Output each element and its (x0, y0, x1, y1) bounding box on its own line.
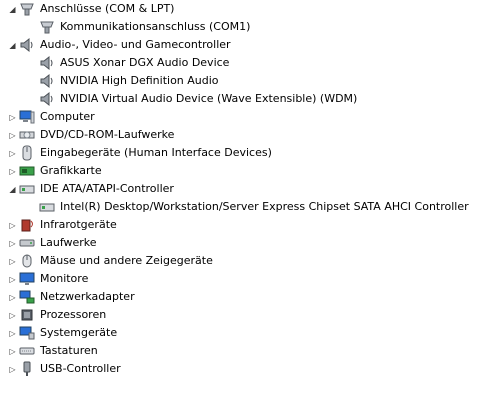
collapsed-arrow-icon[interactable]: ▷ (8, 108, 17, 126)
tree-item-nvidia-virtual-audio-device-wave-extensible-wdm[interactable]: NVIDIA Virtual Audio Device (Wave Extens… (28, 90, 358, 108)
infrared-icon (19, 217, 35, 233)
collapsed-arrow-icon[interactable]: ▷ (8, 306, 17, 324)
tree-item-label: IDE ATA/ATAPI-Controller (40, 182, 174, 195)
tree-item-label: Mäuse und andere Zeigegeräte (40, 254, 213, 267)
system-devices-icon (19, 325, 35, 341)
tree-item-computer[interactable]: ▷ Computer (8, 108, 96, 126)
collapsed-arrow-icon[interactable]: ▷ (8, 252, 17, 270)
display-adapter-icon (19, 163, 35, 179)
monitor-icon (19, 271, 35, 287)
port-icon (19, 1, 35, 17)
tree-item-netzwerkadapter[interactable]: ▷ Netzwerkadapter (8, 288, 136, 306)
speaker-icon (39, 55, 55, 71)
tree-item-intel-r-desktop-workstation-server-express-chipset-sata-ahci-controller[interactable]: Intel(R) Desktop/Workstation/Server Expr… (28, 198, 470, 216)
computer-icon (19, 109, 35, 125)
tree-item-label: Anschlüsse (COM & LPT) (40, 2, 175, 15)
tree-item-label: Eingabegeräte (Human Interface Devices) (40, 146, 272, 159)
tree-item-audio-video-und-gamecontroller[interactable]: ◢ Audio-, Video- und Gamecontroller (8, 36, 232, 54)
tree-item-label: Audio-, Video- und Gamecontroller (40, 38, 231, 51)
keyboard-icon (19, 343, 35, 359)
collapsed-arrow-icon[interactable]: ▷ (8, 216, 17, 234)
expanded-arrow-icon[interactable]: ◢ (8, 180, 17, 198)
tree-item-label: Computer (40, 110, 95, 123)
processor-icon (19, 307, 35, 323)
speaker-icon (19, 37, 35, 53)
tree-item-label: NVIDIA High Definition Audio (60, 74, 219, 87)
collapsed-arrow-icon[interactable]: ▷ (8, 324, 17, 342)
disk-drive-icon (19, 235, 35, 251)
tree-item-label: Infrarotgeräte (40, 218, 117, 231)
collapsed-arrow-icon[interactable]: ▷ (8, 360, 17, 378)
tree-item-anschlüsse-com-lpt[interactable]: ◢ Anschlüsse (COM & LPT) (8, 0, 175, 18)
collapsed-arrow-icon[interactable]: ▷ (8, 288, 17, 306)
tree-item-usb-controller[interactable]: ▷ USB-Controller (8, 360, 122, 378)
tree-item-laufwerke[interactable]: ▷ Laufwerke (8, 234, 98, 252)
tree-item-label: Netzwerkadapter (40, 290, 135, 303)
tree-item-label: Laufwerke (40, 236, 97, 249)
collapsed-arrow-icon[interactable]: ▷ (8, 270, 17, 288)
collapsed-arrow-icon[interactable]: ▷ (8, 162, 17, 180)
tree-item-grafikkarte[interactable]: ▷ Grafikkarte (8, 162, 103, 180)
expanded-arrow-icon[interactable]: ◢ (8, 0, 17, 18)
network-adapter-icon (19, 289, 35, 305)
collapsed-arrow-icon[interactable]: ▷ (8, 342, 17, 360)
tree-item-label: DVD/CD-ROM-Laufwerke (40, 128, 175, 141)
tree-item-prozessoren[interactable]: ▷ Prozessoren (8, 306, 107, 324)
tree-item-nvidia-high-definition-audio[interactable]: NVIDIA High Definition Audio (28, 72, 220, 90)
tree-item-label: Systemgeräte (40, 326, 118, 339)
speaker-icon (39, 91, 55, 107)
tree-item-label: Grafikkarte (40, 164, 102, 177)
tree-item-label: Intel(R) Desktop/Workstation/Server Expr… (60, 200, 469, 213)
tree-item-label: Kommunikationsanschluss (COM1) (60, 20, 251, 33)
port-icon (39, 19, 55, 35)
tree-item-eingabegeräte-human-interface-devices[interactable]: ▷ Eingabegeräte (Human Interface Devices) (8, 144, 273, 162)
tree-item-ide-ata-atapi-controller[interactable]: ◢ IDE ATA/ATAPI-Controller (8, 180, 175, 198)
tree-item-systemgeräte[interactable]: ▷ Systemgeräte (8, 324, 118, 342)
tree-item-dvd-cd-rom-laufwerke[interactable]: ▷ DVD/CD-ROM-Laufwerke (8, 126, 175, 144)
collapsed-arrow-icon[interactable]: ▷ (8, 144, 17, 162)
tree-item-mäuse-und-andere-zeigegeräte[interactable]: ▷ Mäuse und andere Zeigegeräte (8, 252, 214, 270)
tree-item-label: Prozessoren (40, 308, 107, 321)
tree-item-label: NVIDIA Virtual Audio Device (Wave Extens… (60, 92, 358, 105)
expanded-arrow-icon[interactable]: ◢ (8, 36, 17, 54)
tree-item-label: USB-Controller (40, 362, 121, 375)
mouse-icon (19, 253, 35, 269)
tree-item-kommunikationsanschluss-com1[interactable]: Kommunikationsanschluss (COM1) (28, 18, 251, 36)
speaker-icon (39, 73, 55, 89)
collapsed-arrow-icon[interactable]: ▷ (8, 126, 17, 144)
tree-item-asus-xonar-dgx-audio-device[interactable]: ASUS Xonar DGX Audio Device (28, 54, 230, 72)
hid-icon (19, 145, 35, 161)
tree-item-label: Tastaturen (40, 344, 98, 357)
collapsed-arrow-icon[interactable]: ▷ (8, 234, 17, 252)
tree-item-tastaturen[interactable]: ▷ Tastaturen (8, 342, 99, 360)
ide-controller-icon (19, 181, 35, 197)
usb-icon (19, 361, 35, 377)
tree-item-label: ASUS Xonar DGX Audio Device (60, 56, 230, 69)
ide-controller-icon (39, 199, 55, 215)
tree-item-monitore[interactable]: ▷ Monitore (8, 270, 89, 288)
tree-item-infrarotgeräte[interactable]: ▷ Infrarotgeräte (8, 216, 118, 234)
tree-item-label: Monitore (40, 272, 89, 285)
dvd-drive-icon (19, 127, 35, 143)
